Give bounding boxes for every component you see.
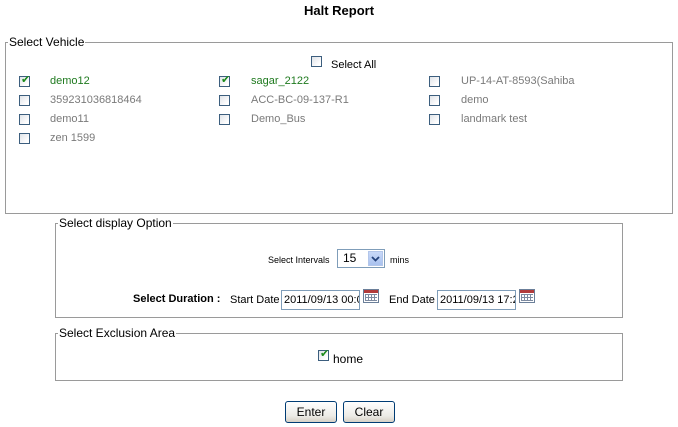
vehicle-checkbox[interactable]	[19, 133, 30, 144]
start-date-label: Start Date	[230, 294, 280, 306]
interval-value: 15	[343, 251, 357, 265]
vehicle-checkbox[interactable]	[429, 76, 440, 87]
check-icon: ✔	[21, 74, 31, 86]
display-legend: Select display Option	[59, 216, 172, 230]
vehicle-label: Demo_Bus	[251, 113, 306, 125]
vehicle-checkbox[interactable]	[19, 95, 30, 106]
select-all-label: Select All	[331, 59, 377, 71]
vehicle-checkbox[interactable]	[429, 114, 440, 125]
vehicle-checkbox[interactable]: ✔	[19, 74, 31, 87]
vehicle-label: demo12	[50, 75, 90, 87]
end-date-label: End Date	[389, 294, 435, 306]
home-area-label: home	[333, 352, 364, 366]
interval-unit: mins	[390, 255, 410, 265]
vehicle-label: landmark test	[461, 113, 528, 125]
select-all-checkbox[interactable]	[311, 56, 322, 67]
enter-button[interactable]: Enter	[285, 401, 337, 423]
end-date-input[interactable]: 2011/09/13 17:20:00	[437, 290, 516, 310]
vehicle-label: demo11	[50, 113, 89, 125]
vehicle-checkbox[interactable]	[219, 95, 230, 106]
vehicle-checkbox[interactable]: ✔	[219, 74, 231, 87]
vehicle-label: zen 1599	[50, 132, 96, 144]
page-title: Halt Report	[303, 3, 375, 18]
interval-select[interactable]: 15	[337, 249, 385, 268]
vehicle-legend: Select Vehicle	[9, 35, 85, 49]
vehicle-label: demo	[461, 94, 489, 106]
check-icon: ✔	[320, 348, 330, 360]
home-area-checkbox[interactable]: ✔	[318, 348, 330, 361]
exclusion-legend: Select Exclusion Area	[59, 326, 176, 340]
vehicle-checkbox[interactable]	[19, 114, 30, 125]
vehicle-label: sagar_2122	[251, 75, 310, 87]
vehicle-label: 359231036818464	[50, 94, 142, 106]
vehicle-label: UP-14-AT-8593(Sahiba	[461, 75, 575, 87]
chevron-down-icon[interactable]	[368, 251, 383, 266]
vehicle-checkbox[interactable]	[219, 114, 230, 125]
calendar-icon[interactable]	[363, 289, 379, 303]
calendar-icon[interactable]	[519, 289, 535, 303]
interval-label: Select Intervals	[268, 255, 330, 265]
vehicle-label: ACC-BC-09-137-R1	[251, 94, 349, 106]
duration-label: Select Duration :	[133, 293, 221, 305]
vehicle-checkbox[interactable]	[429, 95, 440, 106]
start-date-input[interactable]: 2011/09/13 00:00:00	[281, 290, 360, 310]
clear-button[interactable]: Clear	[343, 401, 395, 423]
check-icon: ✔	[221, 74, 231, 86]
